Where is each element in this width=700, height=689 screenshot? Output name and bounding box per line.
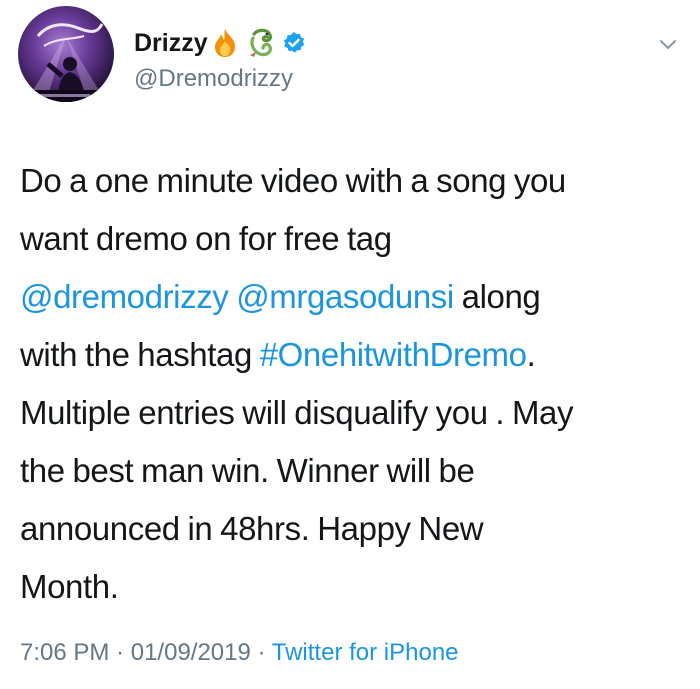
text-segment: announced in 48hrs. Happy New [20, 510, 484, 547]
author-name-row: Drizzy [134, 25, 306, 61]
author-handle[interactable]: @Dremodrizzy [134, 64, 293, 94]
tweet-line: the best man win. Winner will be [20, 442, 680, 500]
text-segment: Multiple entries will disqualify you . M… [20, 394, 574, 431]
verified-badge-icon [282, 31, 306, 55]
tweet-line: Multiple entries will disqualify you . M… [20, 384, 680, 442]
tweet-line: want dremo on for free tag [20, 210, 680, 268]
mention-link-dremodrizzy[interactable]: @dremodrizzy [20, 278, 229, 315]
meta-separator: · [116, 639, 125, 666]
tweet-line: with the hashtag #OnehitwithDremo. [20, 326, 680, 384]
chevron-down-icon[interactable] [656, 32, 680, 56]
tweet-line: announced in 48hrs. Happy New [20, 500, 680, 558]
tweet-date[interactable]: 01/09/2019 [131, 639, 251, 666]
tweet-line: Month. [20, 558, 680, 616]
avatar-image [26, 23, 106, 102]
tweet-text: Do a one minute video with a song you wa… [20, 152, 680, 616]
meta-separator: · [257, 639, 266, 666]
text-segment: with the hashtag [20, 336, 260, 373]
author-display-name[interactable]: Drizzy [134, 28, 208, 58]
text-segment: . [526, 336, 536, 373]
tweet-card: Drizzy @Dremodrizzy Do a one minute vide… [0, 0, 700, 689]
dragon-emoji [248, 28, 274, 58]
tweet-source-link[interactable]: Twitter for iPhone [272, 639, 459, 666]
text-segment: Month. [20, 568, 119, 605]
tweet-time[interactable]: 7:06 PM [20, 639, 109, 666]
tweet-line: Do a one minute video with a song you [20, 152, 680, 210]
author-avatar[interactable] [18, 6, 114, 102]
text-segment: want dremo on for free tag [20, 220, 392, 257]
hashtag-link[interactable]: #OnehitwithDremo [260, 336, 527, 373]
tweet-line: @dremodrizzy @mrgasodunsi along [20, 268, 680, 326]
text-segment: along [453, 278, 541, 315]
tweet-meta: 7:06 PM · 01/09/2019 · Twitter for iPhon… [20, 638, 459, 668]
text-segment: the best man win. Winner will be [20, 452, 475, 489]
mention-link-mrgasodunsi[interactable]: @mrgasodunsi [236, 278, 454, 315]
text-segment: Do a one minute video with a song you [20, 162, 566, 199]
fire-emoji [212, 28, 238, 58]
